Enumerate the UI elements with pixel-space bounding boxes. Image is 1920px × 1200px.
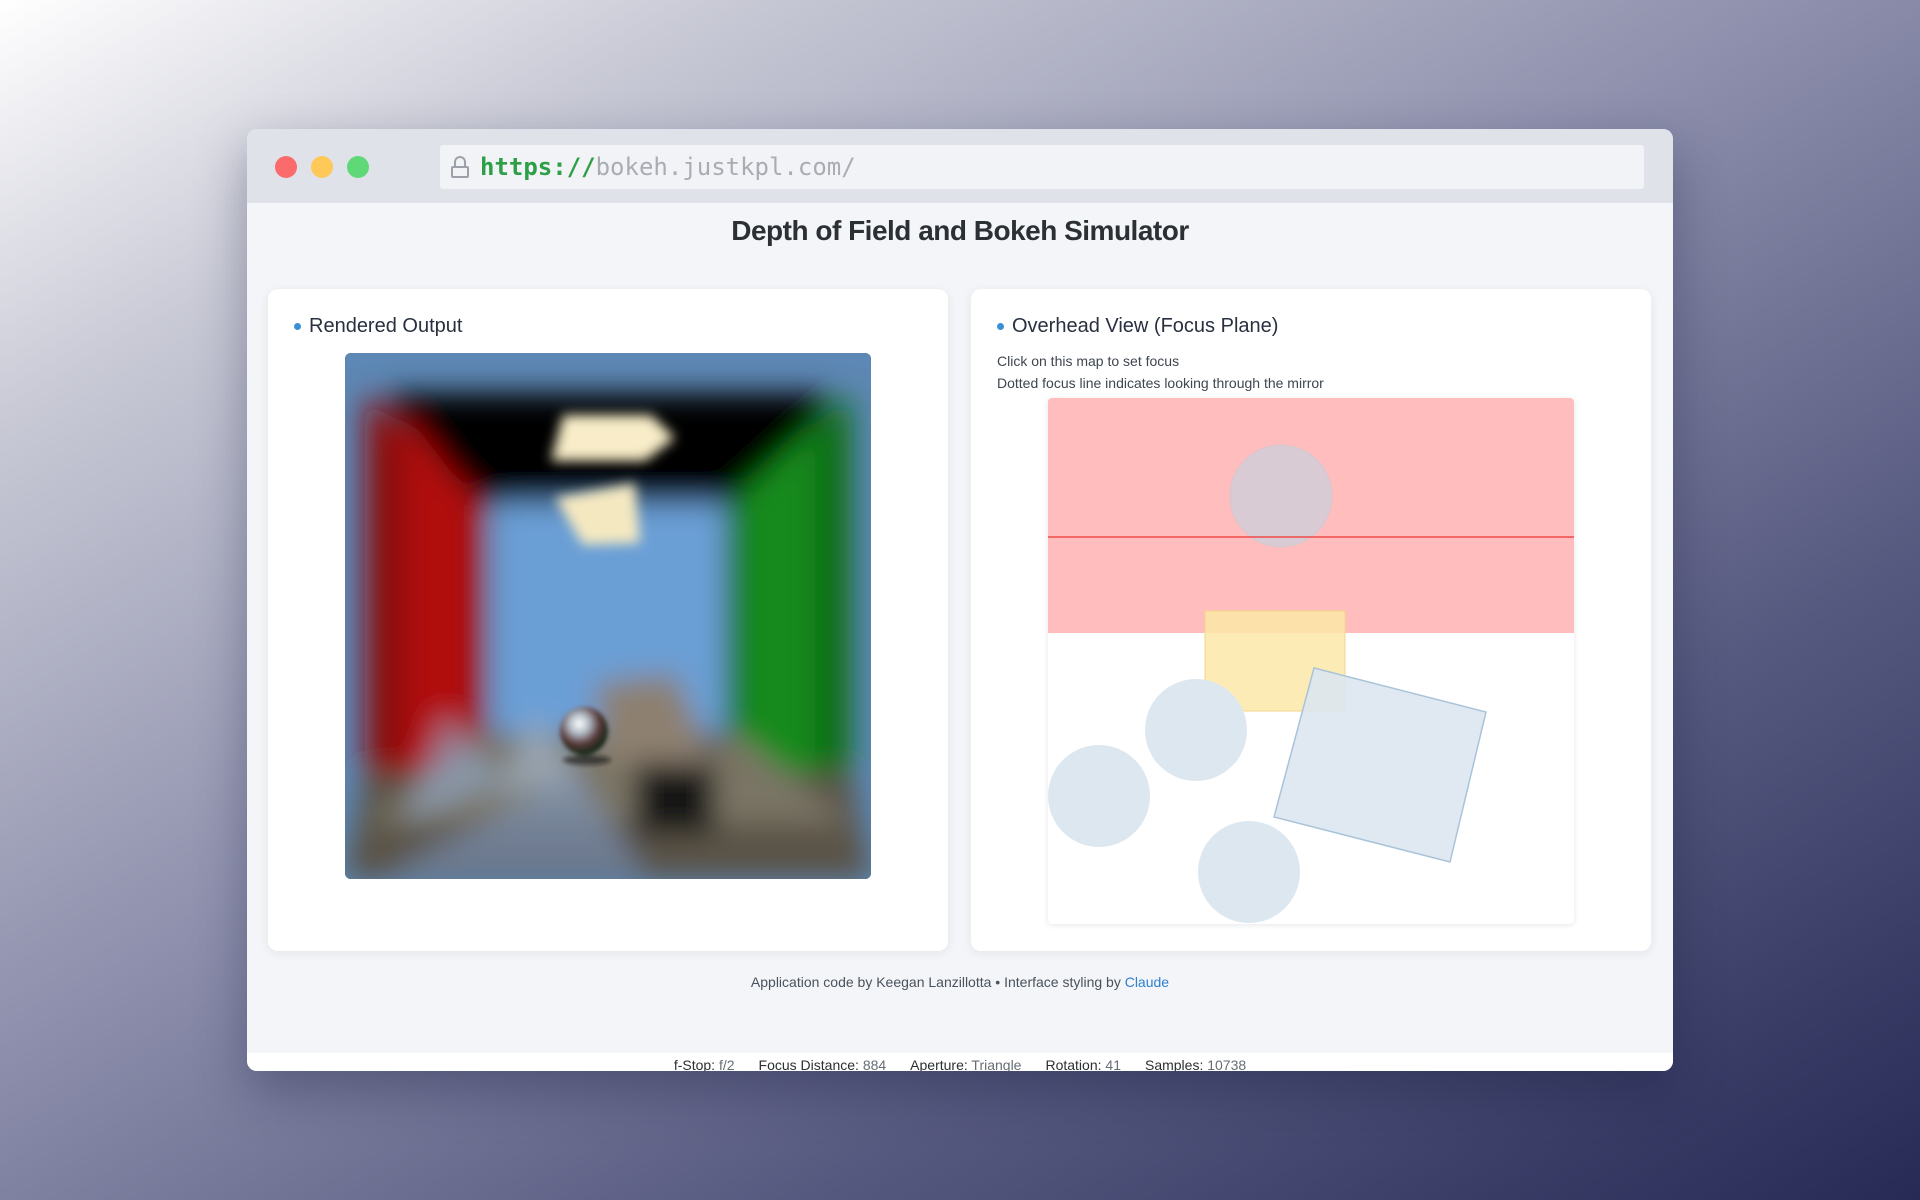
aperture-status: Aperture: Triangle [910, 1057, 1022, 1071]
overhead-view-title: Overhead View (Focus Plane) [1012, 315, 1279, 337]
browser-titlebar: https:// bokeh.justkpl.com/ [247, 129, 1673, 203]
address-bar[interactable]: https:// bokeh.justkpl.com/ [440, 145, 1644, 189]
credit-text: Application code by Keegan Lanzillotta •… [750, 974, 1125, 990]
maximize-window-button[interactable] [347, 156, 369, 178]
rendered-output-card: Rendered Output [268, 289, 948, 951]
map-hint-mirror: Dotted focus line indicates looking thro… [997, 375, 1324, 391]
rendered-output-heading: Rendered Output [294, 315, 462, 338]
browser-window: https:// bokeh.justkpl.com/ Depth of Fie… [247, 129, 1673, 1071]
status-bar: f-Stop: f/2 Focus Distance: 884 Aperture… [247, 1053, 1673, 1071]
scene-sphere-middle [1145, 679, 1247, 781]
footer-credit: Application code by Keegan Lanzillotta •… [247, 974, 1673, 990]
claude-link[interactable]: Claude [1125, 974, 1169, 990]
scene-sphere-back [1229, 444, 1333, 548]
scene-sphere-front [1198, 821, 1300, 923]
rendered-output-title: Rendered Output [309, 315, 463, 337]
bullet-icon [997, 323, 1004, 330]
focus-distance-status: Focus Distance: 884 [758, 1057, 887, 1071]
rendered-image [345, 353, 871, 879]
minimize-window-button[interactable] [311, 156, 333, 178]
overhead-focus-map[interactable] [1048, 398, 1574, 924]
url-protocol: https:// [480, 153, 596, 181]
close-window-button[interactable] [275, 156, 297, 178]
overhead-view-heading: Overhead View (Focus Plane) [997, 315, 1278, 338]
scene-mirror [1273, 667, 1487, 863]
url-host: bokeh.justkpl.com/ [595, 153, 856, 181]
scene-sphere-left [1048, 745, 1150, 847]
overhead-view-card: Overhead View (Focus Plane) Click on thi… [971, 289, 1651, 951]
map-hint-click: Click on this map to set focus [997, 353, 1180, 369]
rotation-status: Rotation: 41 [1045, 1057, 1121, 1071]
page-title: Depth of Field and Bokeh Simulator [731, 215, 1189, 246]
fstop-status: f-Stop: f/2 [673, 1057, 735, 1071]
lock-icon [450, 155, 470, 179]
samples-status: Samples: 10738 [1144, 1057, 1247, 1071]
bullet-icon [294, 323, 301, 330]
